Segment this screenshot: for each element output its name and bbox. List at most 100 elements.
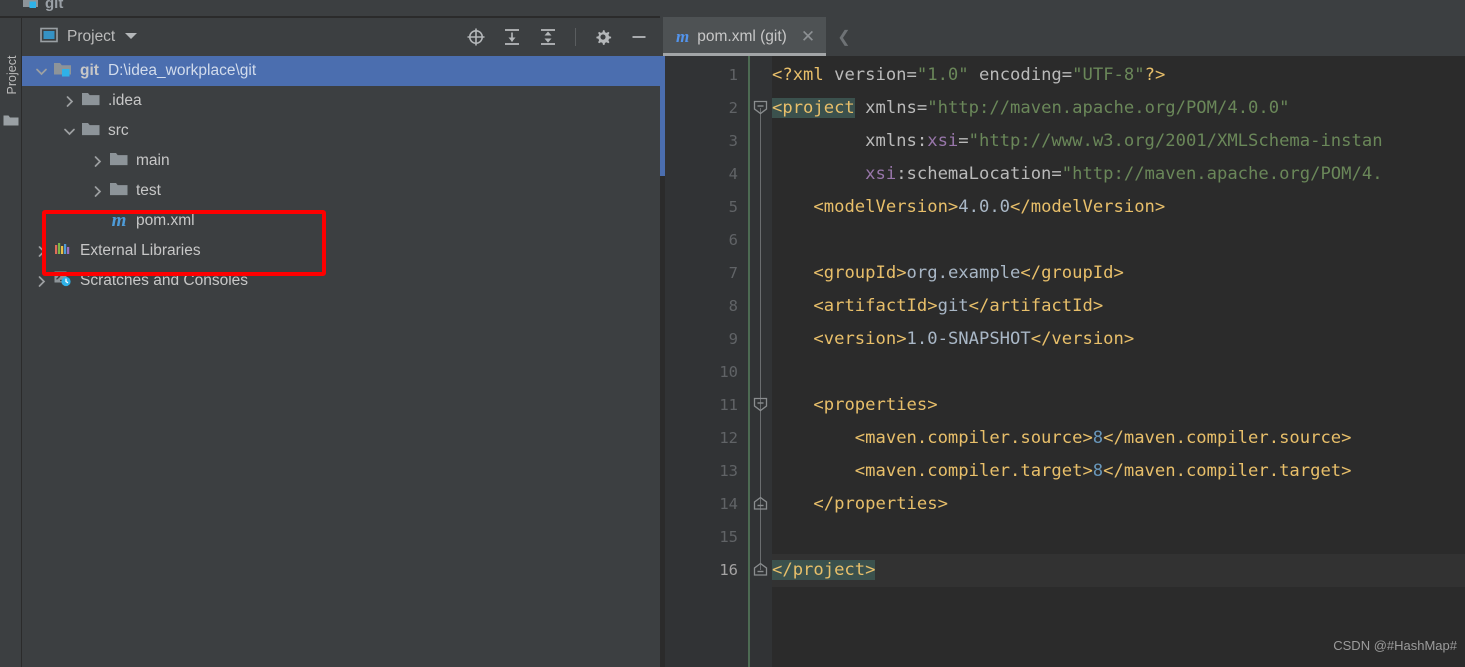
line-number: 15	[719, 528, 738, 546]
tree-row-label: test	[136, 182, 161, 199]
line-number: 12	[719, 429, 738, 447]
code-line[interactable]: <version>1.0-SNAPSHOT</version>	[772, 323, 1134, 356]
minimize-icon[interactable]	[628, 26, 650, 48]
tool-window-bar-left: Project	[0, 18, 22, 667]
code-editor[interactable]: 1 2 3 4 5 6 7 8 9 10 11 12 13 14 15 16 <?xml version="1…	[660, 56, 1465, 667]
tab-label: pom.xml (git)	[697, 27, 787, 45]
code-token: "http://maven.apache.org/POM/4.0.0"	[927, 98, 1290, 118]
tree-row-path: D:\idea_workplace\git	[107, 62, 257, 79]
fold-collapse-icon[interactable]	[753, 397, 768, 412]
tree-row-test[interactable]: test	[22, 176, 660, 206]
fold-collapse-icon[interactable]	[753, 100, 768, 115]
fold-region-bar	[760, 405, 761, 504]
project-view-selector[interactable]: Project	[40, 27, 138, 48]
code-line[interactable]: <project xmlns="http://maven.apache.org/…	[772, 92, 1289, 125]
code-token: =	[916, 98, 928, 118]
libraries-icon	[53, 241, 73, 262]
code-token: <properties>	[813, 395, 938, 415]
chevron-down-icon[interactable]	[34, 64, 49, 79]
tree-row-idea[interactable]: .idea	[22, 86, 660, 116]
project-tool-window: Project git D:\idea_workplace\git .idea …	[22, 18, 660, 667]
tab-pom-xml[interactable]: m pom.xml (git) ✕	[663, 17, 827, 56]
chevron-right-icon[interactable]	[90, 154, 105, 169]
code-text-area[interactable]: <?xml version="1.0" encoding="UTF-8"?> <p…	[772, 56, 1465, 667]
line-number: 9	[728, 330, 738, 348]
folder-icon	[109, 181, 129, 202]
toolbar-divider	[575, 28, 576, 46]
line-number: 2	[728, 99, 738, 117]
code-token: </modelVersion>	[1010, 197, 1166, 217]
code-line[interactable]: <properties>	[772, 389, 938, 422]
code-token: <?xml	[772, 65, 835, 85]
code-line[interactable]: <groupId>org.example</groupId>	[772, 257, 1124, 290]
code-token: </maven.compiler.source>	[1103, 428, 1352, 448]
chevron-down-icon[interactable]	[124, 28, 138, 46]
folder-icon	[81, 121, 101, 142]
code-token: </properties>	[813, 494, 948, 514]
tree-row-label: External Libraries	[80, 242, 201, 259]
code-token: <modelVersion>	[813, 197, 959, 217]
tree-row-label: main	[136, 152, 170, 169]
folder-icon[interactable]	[3, 114, 19, 127]
line-number: 10	[719, 363, 738, 381]
code-token: </project>	[772, 560, 876, 580]
chevron-right-icon[interactable]	[34, 274, 49, 289]
code-token: :schemaLocation	[896, 164, 1052, 184]
project-tree[interactable]: git D:\idea_workplace\git .idea src main test…	[22, 56, 660, 667]
tree-row-scratches-and-consoles[interactable]: Scratches and Consoles	[22, 266, 660, 296]
tree-row-external-libraries[interactable]: External Libraries	[22, 236, 660, 266]
code-line[interactable]: <maven.compiler.source>8</maven.compiler…	[772, 422, 1352, 455]
code-line[interactable]: <artifactId>git</artifactId>	[772, 290, 1103, 323]
chevron-right-icon[interactable]	[34, 244, 49, 259]
code-line[interactable]: xsi:schemaLocation="http://maven.apache.…	[772, 158, 1382, 191]
code-line[interactable]: </properties>	[772, 488, 948, 521]
code-token: 8	[1092, 461, 1104, 481]
code-token: xmlns	[865, 98, 917, 118]
chevron-left-icon[interactable]: ❮	[836, 17, 852, 56]
breadcrumb[interactable]: git	[22, 0, 63, 13]
code-token: <version>	[813, 329, 907, 349]
expand-all-icon[interactable]	[501, 26, 523, 48]
sidebar-item-project[interactable]: Project	[1, 37, 23, 113]
code-token: <groupId>	[813, 263, 907, 283]
tree-row-label: Scratches and Consoles	[80, 272, 249, 289]
code-line[interactable]: <maven.compiler.target>8</maven.compiler…	[772, 455, 1352, 488]
chevron-right-icon[interactable]	[62, 94, 77, 109]
code-line[interactable]: <modelVersion>4.0.0</modelVersion>	[772, 191, 1165, 224]
collapse-all-icon[interactable]	[537, 26, 559, 48]
tree-row-main[interactable]: main	[22, 146, 660, 176]
code-token: "http://www.w3.org/2001/XMLSchema-instan	[968, 131, 1383, 151]
locate-in-tree-icon[interactable]	[465, 26, 487, 48]
code-token: </version>	[1030, 329, 1135, 349]
close-icon[interactable]: ✕	[801, 27, 815, 47]
project-toolbar: Project	[22, 18, 660, 56]
line-number: 3	[728, 132, 738, 150]
code-token: 8	[1092, 428, 1104, 448]
code-token: <maven.compiler.target>	[854, 461, 1093, 481]
code-token: </groupId>	[1020, 263, 1124, 283]
code-line[interactable]: </project>	[772, 554, 876, 587]
code-line[interactable]: xmlns:xsi="http://www.w3.org/2001/XMLSch…	[772, 125, 1383, 158]
module-folder-icon	[22, 0, 39, 13]
editor-gutter[interactable]: 1 2 3 4 5 6 7 8 9 10 11 12 13 14 15 16	[665, 56, 750, 667]
tree-row-label: git	[80, 62, 99, 79]
chevron-right-icon[interactable]	[90, 184, 105, 199]
tree-row-git[interactable]: git D:\idea_workplace\git	[22, 56, 660, 86]
idea-window: git Project Project git D:\idea_workplac…	[0, 0, 1465, 667]
settings-gear-icon[interactable]	[592, 26, 614, 48]
line-number: 16	[719, 561, 738, 579]
code-fold-rail[interactable]	[750, 56, 772, 667]
tree-row-pom-xml[interactable]: m pom.xml	[22, 206, 660, 236]
chevron-down-icon[interactable]	[62, 124, 77, 139]
code-line[interactable]: <?xml version="1.0" encoding="UTF-8"?>	[772, 59, 1165, 92]
fold-end-icon[interactable]	[753, 562, 768, 577]
tree-row-src[interactable]: src	[22, 116, 660, 146]
project-toolbar-actions	[465, 18, 650, 56]
code-token: org.example	[906, 263, 1021, 283]
fold-end-icon[interactable]	[753, 496, 768, 511]
